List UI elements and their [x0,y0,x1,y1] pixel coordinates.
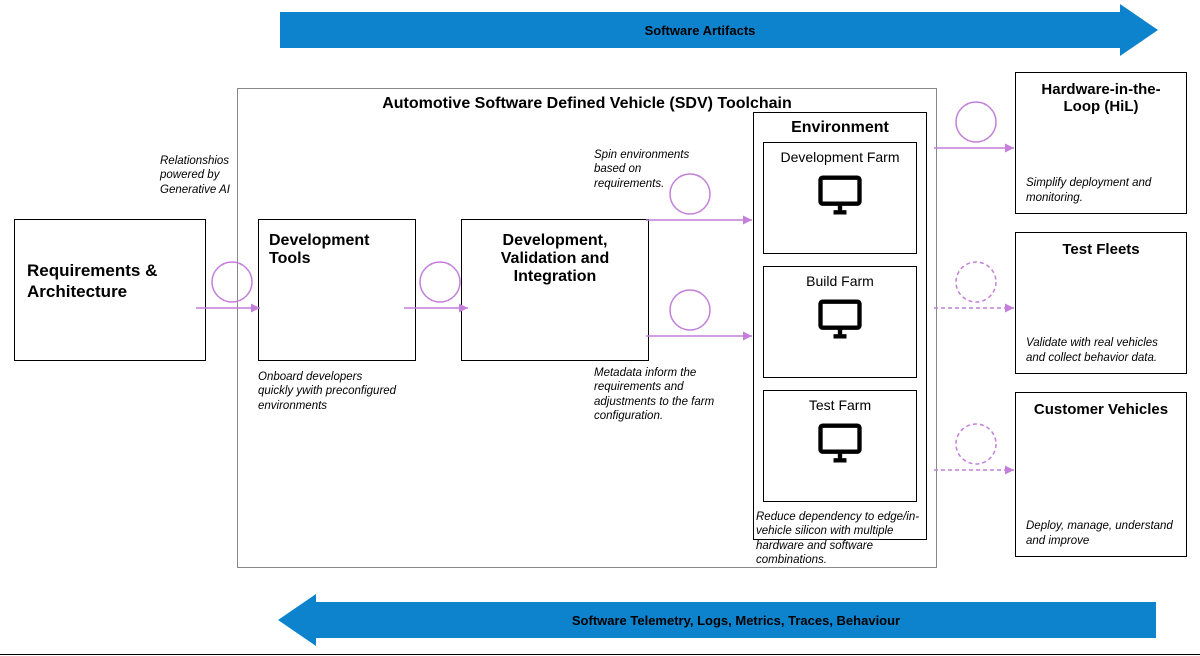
dvi-box: Development, Validation and Integration [461,219,649,361]
loop-arrow-dashed [932,418,1022,488]
loop-arrow [640,284,760,354]
bottom-arrow-bar: Software Telemetry, Logs, Metrics, Trace… [316,602,1156,638]
gen-ai-note: Relationshios powered by Generative AI [160,154,250,197]
bottom-rule [0,654,1200,655]
dev-farm-label: Development Farm [764,149,916,165]
hil-note: Simplify deployment and monitoring. [1026,176,1178,205]
dvi-title: Development, Validation and Integration [472,232,638,286]
customer-vehicles-note: Deploy, manage, understand and improve [1026,519,1178,548]
dev-tools-box: Development Tools [258,219,416,361]
environment-title: Environment [754,119,926,137]
top-arrow-bar: Software Artifacts [280,12,1120,48]
test-fleets-note: Validate with real vehicles and collect … [1026,336,1178,365]
reduce-note: Reduce dependency to edge/in-vehicle sil… [756,510,926,568]
test-fleets-box: Test Fleets Validate with real vehicles … [1015,232,1187,374]
onboard-note: Onboard developers quickly ywith preconf… [258,370,398,413]
monitor-icon [814,169,866,221]
top-arrow-label: Software Artifacts [645,23,756,38]
customer-vehicles-box: Customer Vehicles Deploy, manage, unders… [1015,392,1187,557]
build-farm-box: Build Farm [763,266,917,378]
test-fleets-title: Test Fleets [1026,241,1176,258]
dev-tools-title: Development Tools [269,232,405,268]
metadata-note: Metadata inform the requirements and adj… [594,366,734,424]
customer-vehicles-title: Customer Vehicles [1026,401,1176,418]
hil-box: Hardware-in-the-Loop (HiL) Simplify depl… [1015,72,1187,214]
dev-farm-box: Development Farm [763,142,917,254]
loop-arrow [196,256,268,326]
monitor-icon [814,417,866,469]
bottom-arrow-head [278,594,316,646]
loop-arrow [404,256,476,326]
loop-arrow [640,168,760,238]
top-arrow-head [1120,4,1158,56]
requirements-box: Requirements & Architecture [14,219,206,361]
requirements-title: Requirements & Architecture [27,260,193,303]
test-farm-label: Test Farm [764,397,916,413]
build-farm-label: Build Farm [764,273,916,289]
loop-arrow-dashed [932,256,1022,326]
bottom-arrow-label: Software Telemetry, Logs, Metrics, Trace… [572,613,900,628]
test-farm-box: Test Farm [763,390,917,502]
diagram-canvas: Software Artifacts Software Telemetry, L… [0,0,1200,656]
hil-title: Hardware-in-the-Loop (HiL) [1026,81,1176,115]
loop-arrow [932,96,1022,166]
toolchain-title: Automotive Software Defined Vehicle (SDV… [238,95,936,113]
monitor-icon [814,293,866,345]
